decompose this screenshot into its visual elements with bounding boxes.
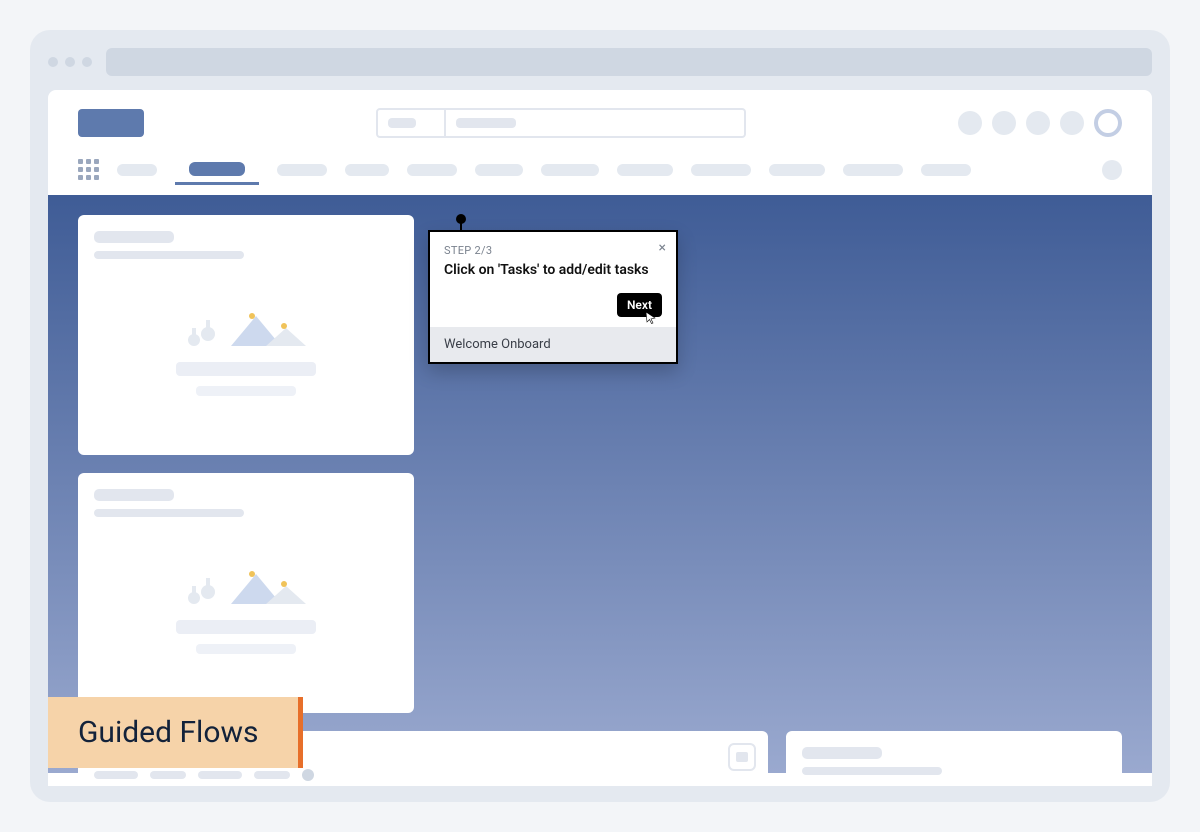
header-action-icon[interactable]: [958, 111, 982, 135]
card-title-placeholder: [94, 231, 174, 243]
address-bar[interactable]: [106, 48, 1152, 76]
window-dot[interactable]: [65, 57, 75, 67]
close-icon[interactable]: ×: [659, 240, 666, 256]
avatar[interactable]: [1094, 109, 1122, 137]
guided-tooltip: × STEP 2/3 Click on 'Tasks' to add/edit …: [428, 230, 678, 364]
chart-filter-chip[interactable]: [94, 771, 138, 779]
window-controls: [48, 57, 92, 67]
header-action-icon[interactable]: [1026, 111, 1050, 135]
side-card: [78, 473, 414, 713]
image-placeholder: [94, 259, 398, 439]
chart-filter-chip[interactable]: [254, 771, 290, 779]
next-button-label: Next: [627, 298, 652, 312]
nav-tab[interactable]: [843, 164, 903, 176]
tooltip-footer: Welcome Onboard: [430, 327, 676, 362]
apps-grid-icon[interactable]: [78, 159, 99, 180]
logo[interactable]: [78, 109, 144, 137]
nav-tab-active[interactable]: [175, 154, 259, 185]
card-title-placeholder: [802, 747, 882, 759]
chart-filter-chip[interactable]: [198, 771, 242, 779]
card-subtitle-placeholder: [94, 509, 244, 517]
nav-tab[interactable]: [277, 164, 327, 176]
nav-tab[interactable]: [475, 164, 523, 176]
card-expand-button[interactable]: [728, 743, 756, 771]
app-header: [48, 90, 1152, 148]
browser-frame: × STEP 2/3 Click on 'Tasks' to add/edit …: [30, 30, 1170, 802]
tooltip-message: Click on 'Tasks' to add/edit tasks: [444, 261, 662, 279]
tooltip-step-label: STEP 2/3: [444, 244, 662, 257]
feature-label: Guided Flows: [48, 697, 303, 768]
header-action-icon[interactable]: [992, 111, 1016, 135]
nav-overflow-icon[interactable]: [1102, 160, 1122, 180]
search-scope-select[interactable]: [376, 108, 446, 138]
card-subtitle-placeholder: [94, 251, 244, 259]
image-placeholder: [94, 517, 398, 697]
next-button[interactable]: Next: [617, 293, 662, 317]
header-actions: [958, 109, 1122, 137]
nav-tab[interactable]: [617, 164, 673, 176]
header-action-icon[interactable]: [1060, 111, 1084, 135]
chart-filter-chip[interactable]: [150, 771, 186, 779]
app-window: × STEP 2/3 Click on 'Tasks' to add/edit …: [48, 90, 1152, 786]
nav-tab[interactable]: [769, 164, 825, 176]
search-input[interactable]: [446, 108, 746, 138]
search-group: [376, 108, 746, 138]
image-placeholder: [802, 775, 1106, 786]
chart-filter-chip[interactable]: [302, 769, 314, 781]
browser-chrome-bar: [48, 48, 1152, 76]
tooltip-pointer: [460, 220, 462, 232]
nav-tab[interactable]: [691, 164, 751, 176]
nav-tab[interactable]: [345, 164, 389, 176]
nav-tab[interactable]: [921, 164, 971, 176]
cursor-icon: [644, 311, 658, 325]
nav-tabs: [48, 148, 1152, 195]
nav-tab[interactable]: [407, 164, 457, 176]
nav-tab[interactable]: [541, 164, 599, 176]
side-card: [78, 215, 414, 455]
card-title-placeholder: [94, 489, 174, 501]
window-dot[interactable]: [82, 57, 92, 67]
window-dot[interactable]: [48, 57, 58, 67]
nav-tab[interactable]: [117, 164, 157, 176]
card-subtitle-placeholder: [802, 767, 942, 775]
bottom-card: [786, 731, 1122, 786]
